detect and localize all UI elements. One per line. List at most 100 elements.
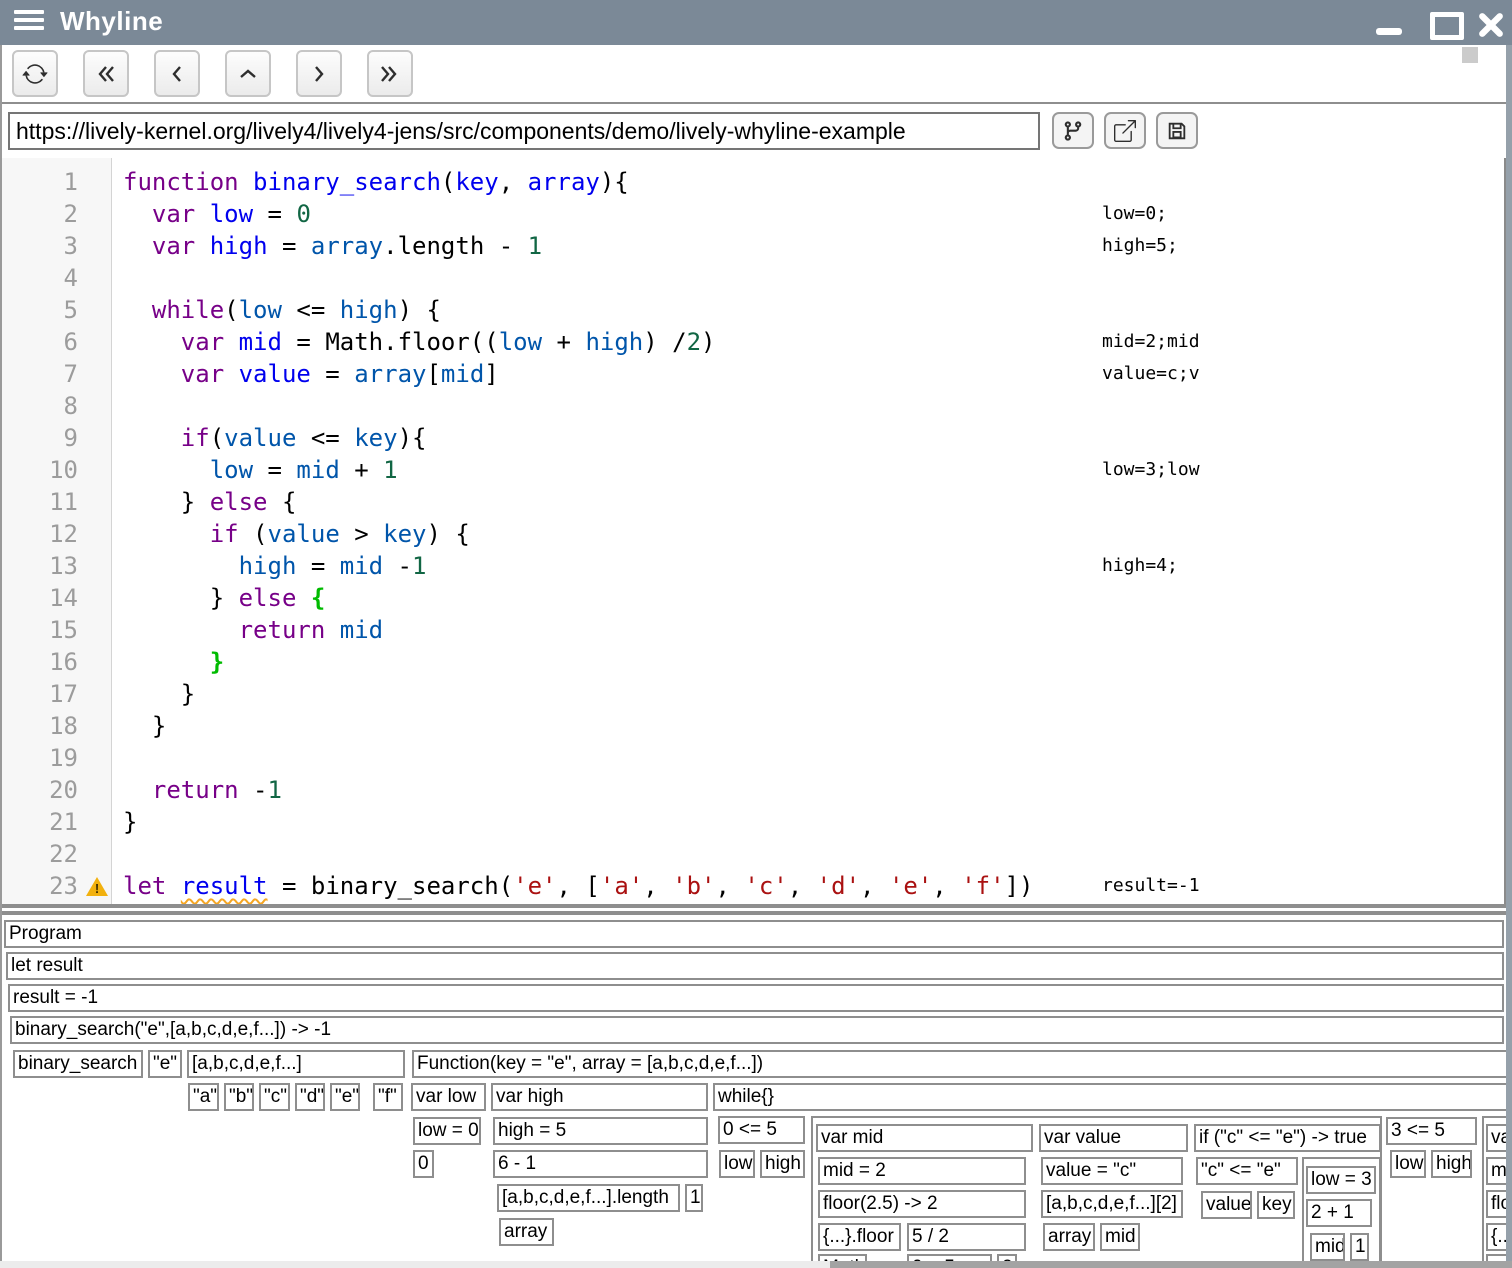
trace-node-value-init[interactable]: value = "c"	[1041, 1157, 1183, 1185]
go-next-button[interactable]	[296, 50, 342, 97]
trace-node-var-mid[interactable]: var mid	[816, 1124, 1033, 1152]
trace-node-var-low[interactable]: var low	[411, 1083, 486, 1111]
code-line-7[interactable]: var value = array[mid]	[123, 358, 1033, 390]
go-first-button[interactable]	[83, 50, 129, 97]
trace-node-two[interactable]: 2	[997, 1254, 1017, 1261]
trace-node-one[interactable]: 1	[685, 1184, 703, 1212]
trace-node-six-minus-one[interactable]: 6 - 1	[493, 1150, 708, 1178]
trace-node-one2[interactable]: 1	[1350, 1233, 1369, 1261]
trace-node-elem[interactable]: "e"	[330, 1083, 360, 1111]
code-line-20[interactable]: return -1	[123, 774, 1033, 806]
trace-node-array-ref[interactable]: array	[499, 1218, 554, 1246]
trace-node-it2-floor-fn[interactable]: {...	[1486, 1223, 1506, 1251]
trace-node-elem[interactable]: "c"	[259, 1083, 290, 1111]
minimize-button[interactable]	[1374, 8, 1404, 38]
trace-node-low-update[interactable]: low = 3	[1306, 1166, 1376, 1194]
trace-node-value-ref[interactable]: value	[1201, 1191, 1252, 1219]
trace-node-mid-ref2[interactable]: mid	[1310, 1233, 1345, 1261]
git-branch-button[interactable]	[1052, 112, 1094, 149]
code-line-10[interactable]: low = mid + 1	[123, 454, 1033, 486]
trace-node-key-ref[interactable]: key	[1257, 1191, 1295, 1219]
trace-node-arg-array[interactable]: [a,b,c,d,e,f...]	[187, 1050, 405, 1078]
trace-node-while-cond-1[interactable]: 0 <= 5	[718, 1116, 805, 1144]
trace-node-math-obj[interactable]: Math	[818, 1254, 867, 1261]
trace-node-elem[interactable]: "f"	[373, 1083, 403, 1111]
code-line-2[interactable]: var low = 0	[123, 198, 1033, 230]
trace-node-it2-more[interactable]: ...	[1486, 1254, 1506, 1261]
open-external-button[interactable]	[1104, 112, 1146, 149]
code-line-21[interactable]: }	[123, 806, 1033, 838]
code-line-23[interactable]: let result = binary_search('e', ['a', 'b…	[123, 870, 1033, 902]
trace-node-elem[interactable]: "b"	[224, 1083, 254, 1111]
trace-node-floor-fn[interactable]: {...}.floor	[818, 1223, 901, 1251]
url-input[interactable]	[8, 112, 1040, 150]
trace-node-let-result[interactable]: let result	[6, 952, 1504, 980]
menu-icon[interactable]	[14, 10, 46, 35]
code-area[interactable]: function binary_search(key, array){ var …	[123, 166, 1033, 902]
trace-node-low-init[interactable]: low = 0	[413, 1117, 481, 1145]
trace-node-callee[interactable]: binary_search	[13, 1050, 143, 1078]
code-line-1[interactable]: function binary_search(key, array){	[123, 166, 1033, 198]
code-line-15[interactable]: return mid	[123, 614, 1033, 646]
code-line-19[interactable]	[123, 742, 1033, 774]
code-line-14[interactable]: } else {	[123, 582, 1033, 614]
trace-node-elem[interactable]: "a"	[188, 1083, 219, 1111]
trace-node-cond2-low[interactable]: low	[1390, 1150, 1426, 1178]
code-line-5[interactable]: while(low <= high) {	[123, 294, 1033, 326]
trace-node-floor-call[interactable]: floor(2.5) -> 2	[818, 1190, 1026, 1218]
trace-node-cond1-low[interactable]: low	[719, 1150, 755, 1178]
trace-node-arg-key[interactable]: "e"	[148, 1050, 182, 1078]
trace-node-it2-floor[interactable]: flo	[1486, 1190, 1506, 1218]
horizontal-scrollbar[interactable]	[0, 1261, 1512, 1268]
trace-node-while-cond-2[interactable]: 3 <= 5	[1386, 1117, 1477, 1145]
save-button[interactable]	[1156, 112, 1198, 149]
trace-node-it2-mid-init[interactable]: mid	[1486, 1157, 1506, 1185]
code-line-13[interactable]: high = mid -1	[123, 550, 1033, 582]
code-line-22[interactable]	[123, 838, 1033, 870]
code-line-16[interactable]: }	[123, 646, 1033, 678]
trace-node-array-ref2[interactable]: array	[1043, 1223, 1095, 1251]
trace-node-cond1-high[interactable]: high	[760, 1150, 805, 1178]
refresh-button[interactable]	[12, 50, 58, 97]
code-line-12[interactable]: if (value > key) {	[123, 518, 1033, 550]
trace-node-if-condition[interactable]: "c" <= "e"	[1196, 1157, 1298, 1185]
code-line-3[interactable]: var high = array.length - 1	[123, 230, 1033, 262]
trace-node-call[interactable]: binary_search("e",[a,b,c,d,e,f...]) -> -…	[10, 1016, 1504, 1044]
go-last-button[interactable]	[367, 50, 413, 97]
trace-node-function-frame[interactable]: Function(key = "e", array = [a,b,c,d,e,f…	[412, 1050, 1506, 1078]
trace-node-two-plus-one[interactable]: 2 + 1	[1306, 1199, 1372, 1227]
trace-node-mid-ref[interactable]: mid	[1100, 1223, 1140, 1251]
go-previous-button[interactable]	[154, 50, 200, 97]
horizontal-scrollbar-thumb[interactable]	[830, 1261, 1512, 1268]
maximize-button[interactable]	[1428, 8, 1458, 38]
code-line-11[interactable]: } else {	[123, 486, 1033, 518]
code-line-6[interactable]: var mid = Math.floor((low + high) /2)	[123, 326, 1033, 358]
panel-divider	[0, 904, 1506, 908]
close-button[interactable]	[1476, 8, 1506, 38]
trace-node-elem[interactable]: "d"	[295, 1083, 325, 1111]
trace-node-var-value[interactable]: var value	[1039, 1124, 1188, 1152]
trace-node-zero[interactable]: 0	[413, 1150, 434, 1178]
code-editor[interactable]: 1234567891011121314151617181920212223! f…	[2, 158, 1504, 904]
trace-node-high-init[interactable]: high = 5	[493, 1117, 708, 1145]
trace-node-length-call[interactable]: [a,b,c,d,e,f...].length	[497, 1184, 680, 1212]
lint-warning-icon[interactable]: !	[86, 877, 108, 896]
code-line-4[interactable]	[123, 262, 1033, 294]
trace-node-cond2-high[interactable]: high	[1431, 1150, 1472, 1178]
chevron-right-icon	[307, 62, 331, 86]
trace-node-var-high[interactable]: var high	[491, 1083, 708, 1111]
trace-node-it2-var-mid[interactable]: var	[1486, 1124, 1506, 1152]
code-line-17[interactable]: }	[123, 678, 1033, 710]
trace-node-while-loop[interactable]: while{}	[713, 1083, 1506, 1111]
code-line-18[interactable]: }	[123, 710, 1033, 742]
trace-node-if-statement[interactable]: if ("c" <= "e") -> true	[1194, 1124, 1381, 1152]
trace-node-five-div-two[interactable]: 5 / 2	[907, 1223, 1026, 1251]
go-up-button[interactable]	[225, 50, 271, 97]
trace-node-mid-init[interactable]: mid = 2	[818, 1157, 1026, 1185]
code-line-9[interactable]: if(value <= key){	[123, 422, 1033, 454]
code-line-8[interactable]	[123, 390, 1033, 422]
trace-node-result-assignment[interactable]: result = -1	[8, 984, 1504, 1012]
trace-node-zero-plus-five[interactable]: 0 + 5	[907, 1254, 992, 1261]
trace-node-array-index[interactable]: [a,b,c,d,e,f...][2]	[1041, 1190, 1183, 1218]
trace-node-program[interactable]: Program	[4, 920, 1504, 948]
